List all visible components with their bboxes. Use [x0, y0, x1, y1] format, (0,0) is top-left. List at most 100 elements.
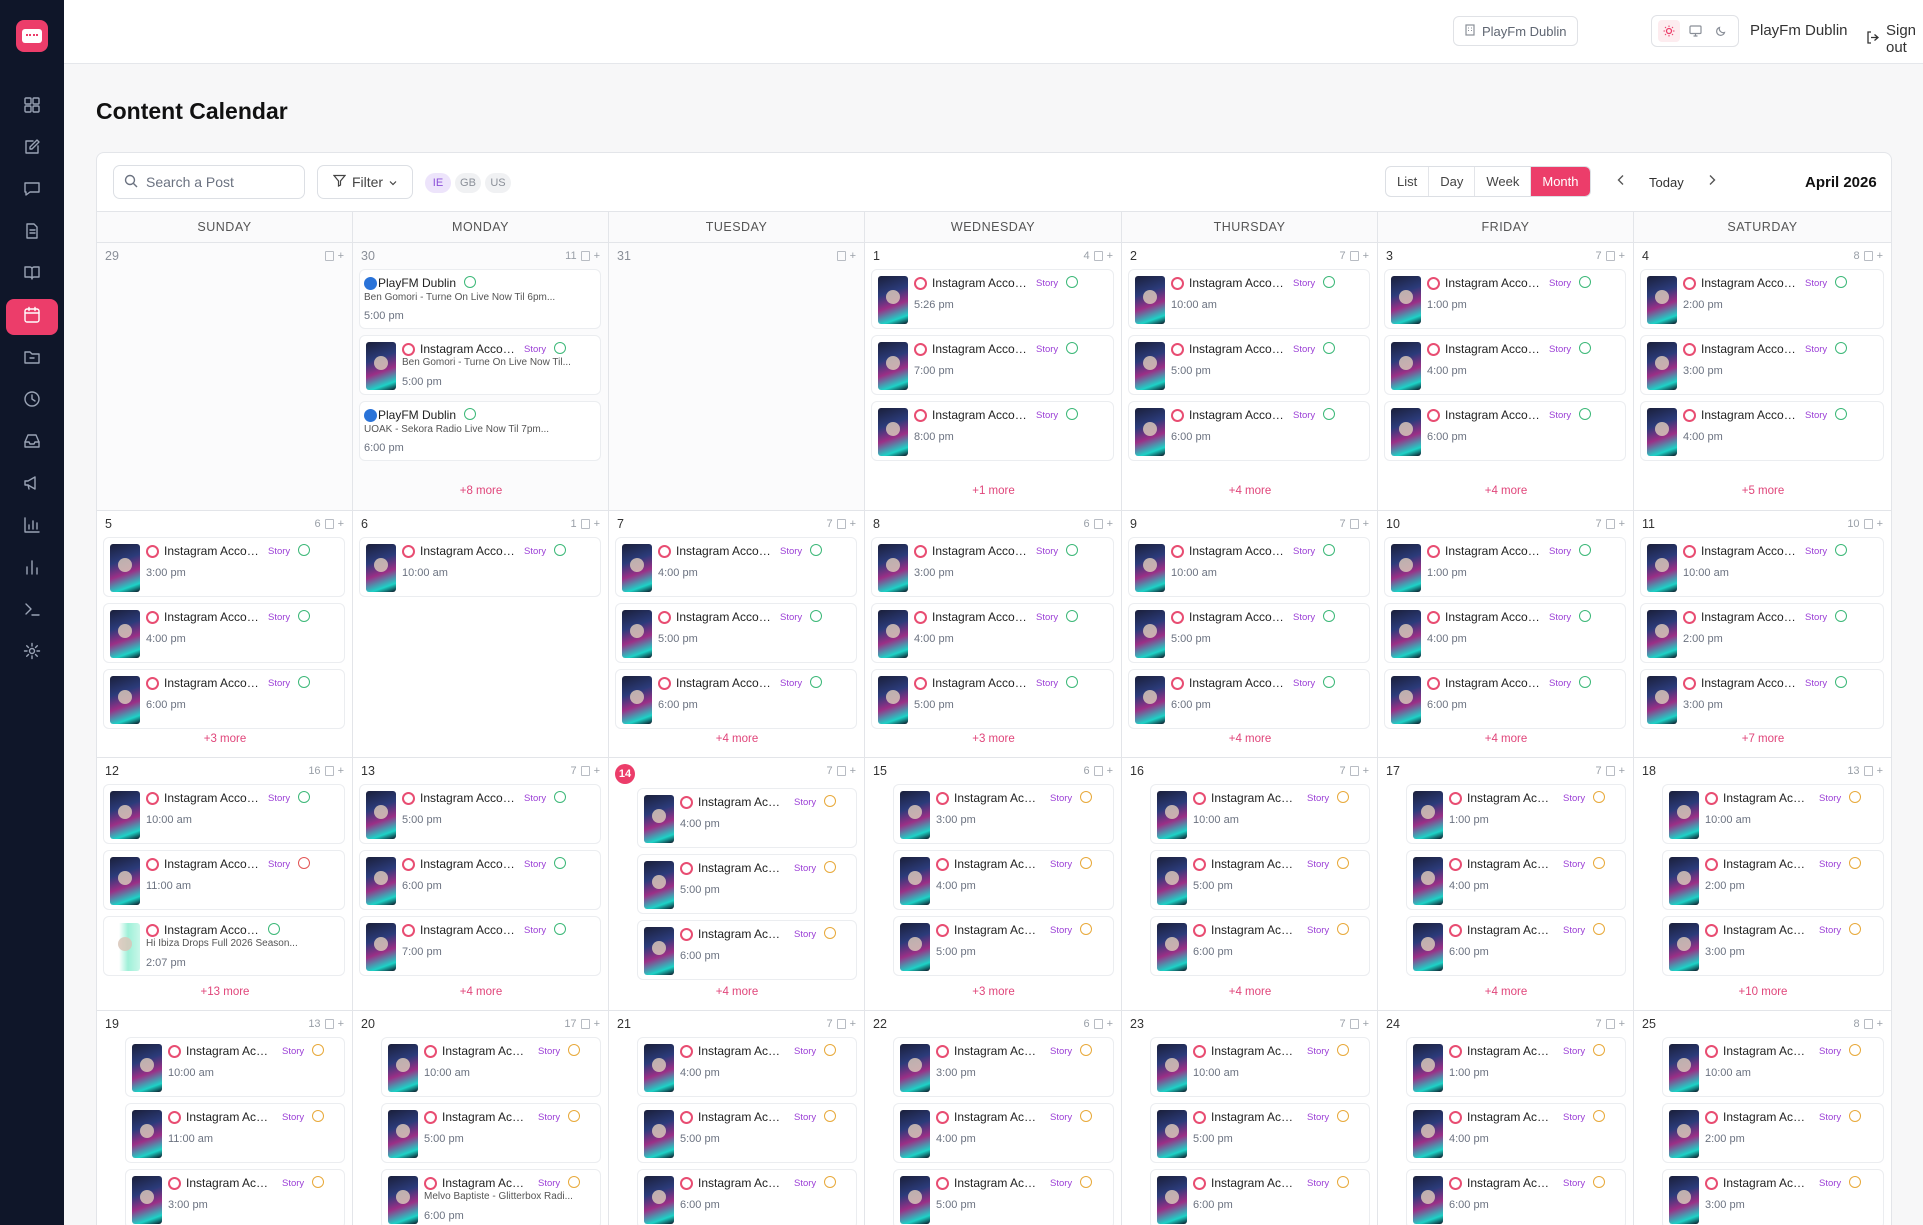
- more-posts-link[interactable]: +10 more: [1634, 986, 1891, 998]
- add-post-icon[interactable]: +: [850, 250, 856, 262]
- add-post-icon[interactable]: +: [594, 765, 600, 777]
- more-posts-link[interactable]: +7 more: [1634, 733, 1891, 745]
- day-cell[interactable]: 19 13 + Instagram Acco... Story 10:00 am Insta…: [97, 1011, 353, 1225]
- sidebar-item-analytics[interactable]: [6, 509, 58, 545]
- post-card[interactable]: Instagram Accoun... Story 1:00 pm: [1384, 537, 1626, 597]
- sidebar-item-compose[interactable]: [6, 131, 58, 167]
- chevron-right-icon[interactable]: [1707, 173, 1717, 189]
- post-card[interactable]: Instagram Accoun... Story 6:00 pm: [1384, 401, 1626, 461]
- filter-button[interactable]: Filter: [317, 165, 413, 199]
- post-card[interactable]: Instagram Acco... Story 3:00 pm: [125, 1169, 345, 1225]
- post-card[interactable]: Instagram Accoun... Story 10:00 am: [103, 784, 345, 844]
- post-card[interactable]: Instagram Acco... Story 4:00 pm: [893, 850, 1114, 910]
- post-card[interactable]: Instagram Acco... Story Melvo Baptiste - G…: [381, 1169, 601, 1225]
- sidebar-item-comments[interactable]: [6, 173, 58, 209]
- monitor-icon[interactable]: [1684, 20, 1706, 42]
- post-card[interactable]: Instagram Accoun... Story 5:00 pm: [359, 784, 601, 844]
- post-card[interactable]: Instagram Acco... Story 4:00 pm: [893, 1103, 1114, 1163]
- post-card[interactable]: Instagram Acco... Story 3:00 pm: [1662, 916, 1884, 976]
- user-name[interactable]: PlayFm Dublin: [1750, 22, 1848, 39]
- post-card[interactable]: Instagram Acco... Story 10:00 am: [1150, 1037, 1370, 1097]
- post-card[interactable]: Instagram Acco... Story 10:00 am: [1662, 1037, 1884, 1097]
- post-card[interactable]: Instagram Acco... Story 5:00 pm: [637, 1103, 857, 1163]
- app-logo[interactable]: [16, 20, 48, 52]
- post-card[interactable]: Instagram Acco... Story 6:00 pm: [1406, 1169, 1626, 1225]
- post-card[interactable]: Instagram Accoun... Story 5:00 pm: [871, 669, 1114, 729]
- day-cell[interactable]: 2 7 + Instagram Accoun... Story 10:00 am Insta…: [1122, 243, 1378, 511]
- view-day-button[interactable]: Day: [1429, 167, 1476, 196]
- post-card[interactable]: Instagram Accoun... Story 6:00 pm: [359, 850, 601, 910]
- search-box[interactable]: Search a Post: [113, 165, 305, 199]
- add-post-icon[interactable]: +: [338, 518, 344, 530]
- post-card[interactable]: Instagram Acco... Story 10:00 am: [1150, 784, 1370, 844]
- post-card[interactable]: Instagram Accoun... Story 3:00 pm: [871, 537, 1114, 597]
- post-card[interactable]: Instagram Acco... Story 3:00 pm: [893, 1037, 1114, 1097]
- add-post-icon[interactable]: +: [850, 518, 856, 530]
- search-input[interactable]: Search a Post: [146, 174, 234, 190]
- day-cell[interactable]: 16 7 + Instagram Acco... Story 10:00 am Instag…: [1122, 758, 1378, 1011]
- day-cell[interactable]: 20 17 + Instagram Acco... Story 10:00 am Insta…: [353, 1011, 609, 1225]
- post-card[interactable]: Instagram Acco... Story 4:00 pm: [637, 1037, 857, 1097]
- sidebar-item-bar-chart[interactable]: [6, 551, 58, 587]
- post-card[interactable]: Instagram Acco... Story 6:00 pm: [1150, 916, 1370, 976]
- add-post-icon[interactable]: +: [338, 1018, 344, 1030]
- post-card[interactable]: Instagram Accoun... Story 5:00 pm: [615, 603, 857, 663]
- day-cell[interactable]: 11 10 + Instagram Accoun... Story 10:00 am Ins…: [1634, 511, 1891, 758]
- more-posts-link[interactable]: +5 more: [1634, 485, 1891, 497]
- post-card[interactable]: Instagram Accoun... Story 4:00 pm: [1384, 335, 1626, 395]
- post-card[interactable]: Instagram Acco... Story 10:00 am: [125, 1037, 345, 1097]
- add-post-icon[interactable]: +: [1107, 765, 1113, 777]
- day-cell[interactable]: 6 1 + Instagram Accoun... Story 10:00 am: [353, 511, 609, 758]
- add-post-icon[interactable]: +: [1877, 1018, 1883, 1030]
- sidebar-item-folder[interactable]: [6, 341, 58, 377]
- add-post-icon[interactable]: +: [338, 765, 344, 777]
- more-posts-link[interactable]: +3 more: [865, 733, 1121, 745]
- post-card[interactable]: Instagram Accoun... Story 6:00 pm: [1384, 669, 1626, 729]
- add-post-icon[interactable]: +: [594, 518, 600, 530]
- post-card[interactable]: Instagram Acco... Story 5:00 pm: [637, 854, 857, 914]
- more-posts-link[interactable]: +4 more: [1378, 733, 1633, 745]
- post-card[interactable]: Instagram Accoun... Story 7:00 pm: [871, 335, 1114, 395]
- post-card[interactable]: Instagram Acco... Story 6:00 pm: [637, 920, 857, 980]
- post-card[interactable]: PlayFM Dublin Ben Gomori - Turne On Live …: [359, 269, 601, 329]
- add-post-icon[interactable]: +: [1877, 250, 1883, 262]
- post-card[interactable]: Instagram Acco... Story 5:00 pm: [1150, 850, 1370, 910]
- add-post-icon[interactable]: +: [594, 250, 600, 262]
- more-posts-link[interactable]: +4 more: [1122, 485, 1377, 497]
- add-post-icon[interactable]: +: [1877, 765, 1883, 777]
- add-post-icon[interactable]: +: [594, 1018, 600, 1030]
- sidebar-item-document[interactable]: [6, 215, 58, 251]
- post-card[interactable]: Instagram Acco... Story 6:00 pm: [637, 1169, 857, 1225]
- post-card[interactable]: Instagram Acco... Story 10:00 am: [1662, 784, 1884, 844]
- more-posts-link[interactable]: +8 more: [353, 485, 608, 497]
- day-cell[interactable]: 8 6 + Instagram Accoun... Story 3:00 pm Instag…: [865, 511, 1122, 758]
- post-card[interactable]: Instagram Accoun... Story 4:00 pm: [1640, 401, 1884, 461]
- day-cell[interactable]: 3 7 + Instagram Accoun... Story 1:00 pm Instag…: [1378, 243, 1634, 511]
- post-card[interactable]: Instagram Acco... Story 5:00 pm: [381, 1103, 601, 1163]
- post-card[interactable]: PlayFM Dublin UOAK - Sekora Radio Live No…: [359, 401, 601, 461]
- add-post-icon[interactable]: +: [1107, 250, 1113, 262]
- post-card[interactable]: Instagram Acco... Story 11:00 am: [125, 1103, 345, 1163]
- moon-icon[interactable]: [1710, 20, 1732, 42]
- day-cell[interactable]: 25 8 + Instagram Acco... Story 10:00 am Instag…: [1634, 1011, 1891, 1225]
- sidebar-item-book[interactable]: [6, 257, 58, 293]
- add-post-icon[interactable]: +: [1107, 518, 1113, 530]
- sidebar-item-calendar[interactable]: [6, 299, 58, 335]
- day-cell[interactable]: 12 16 + Instagram Accoun... Story 10:00 am Ins…: [97, 758, 353, 1011]
- sidebar-item-clock[interactable]: [6, 383, 58, 419]
- day-cell[interactable]: 29 +: [97, 243, 353, 511]
- post-card[interactable]: Instagram Accoun... Story 2:00 pm: [1640, 603, 1884, 663]
- add-post-icon[interactable]: +: [338, 250, 344, 262]
- day-cell[interactable]: 14 7 + Instagram Acco... Story 4:00 pm Instagr…: [609, 758, 865, 1011]
- post-card[interactable]: Instagram Accoun... Story 2:00 pm: [1640, 269, 1884, 329]
- country-chip-gb[interactable]: GB: [455, 173, 481, 193]
- day-cell[interactable]: 10 7 + Instagram Accoun... Story 1:00 pm Insta…: [1378, 511, 1634, 758]
- add-post-icon[interactable]: +: [850, 1018, 856, 1030]
- more-posts-link[interactable]: +3 more: [97, 733, 352, 745]
- post-card[interactable]: Instagram Acco... Story 3:00 pm: [1662, 1169, 1884, 1225]
- post-card[interactable]: Instagram Acco... Story 4:00 pm: [1406, 850, 1626, 910]
- post-card[interactable]: Instagram Acco... Story 10:00 am: [381, 1037, 601, 1097]
- day-cell[interactable]: 13 7 + Instagram Accoun... Story 5:00 pm Insta…: [353, 758, 609, 1011]
- post-card[interactable]: Instagram Accoun... Story 6:00 pm: [1128, 401, 1370, 461]
- day-cell[interactable]: 22 6 + Instagram Acco... Story 3:00 pm Instagr…: [865, 1011, 1122, 1225]
